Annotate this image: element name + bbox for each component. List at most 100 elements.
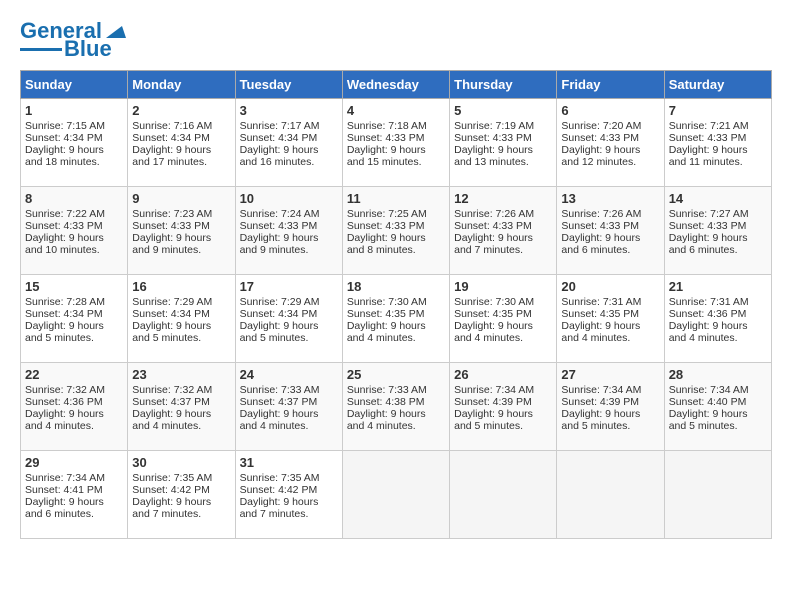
sunrise: Sunrise: 7:34 AM <box>454 384 534 396</box>
calendar-cell: 24Sunrise: 7:33 AMSunset: 4:37 PMDayligh… <box>235 363 342 451</box>
sunrise: Sunrise: 7:29 AM <box>240 296 320 308</box>
day-number: 9 <box>132 191 230 206</box>
sunset: Sunset: 4:34 PM <box>240 132 318 144</box>
weekday-header: Thursday <box>450 71 557 99</box>
calendar-cell: 30Sunrise: 7:35 AMSunset: 4:42 PMDayligh… <box>128 451 235 539</box>
day-number: 10 <box>240 191 338 206</box>
daylight: Daylight: 9 hours and 4 minutes. <box>454 320 533 344</box>
calendar-cell: 20Sunrise: 7:31 AMSunset: 4:35 PMDayligh… <box>557 275 664 363</box>
sunrise: Sunrise: 7:19 AM <box>454 120 534 132</box>
sunrise: Sunrise: 7:33 AM <box>240 384 320 396</box>
calendar-cell: 19Sunrise: 7:30 AMSunset: 4:35 PMDayligh… <box>450 275 557 363</box>
sunset: Sunset: 4:33 PM <box>669 220 747 232</box>
sunset: Sunset: 4:33 PM <box>347 220 425 232</box>
weekday-header: Friday <box>557 71 664 99</box>
calendar-cell: 17Sunrise: 7:29 AMSunset: 4:34 PMDayligh… <box>235 275 342 363</box>
sunrise: Sunrise: 7:26 AM <box>561 208 641 220</box>
calendar-cell: 26Sunrise: 7:34 AMSunset: 4:39 PMDayligh… <box>450 363 557 451</box>
calendar-week-row: 22Sunrise: 7:32 AMSunset: 4:36 PMDayligh… <box>21 363 772 451</box>
weekday-header: Sunday <box>21 71 128 99</box>
calendar-cell: 29Sunrise: 7:34 AMSunset: 4:41 PMDayligh… <box>21 451 128 539</box>
calendar-body: 1Sunrise: 7:15 AMSunset: 4:34 PMDaylight… <box>21 99 772 539</box>
day-number: 4 <box>347 103 445 118</box>
day-number: 18 <box>347 279 445 294</box>
daylight: Daylight: 9 hours and 16 minutes. <box>240 144 319 168</box>
sunset: Sunset: 4:33 PM <box>561 132 639 144</box>
daylight: Daylight: 9 hours and 6 minutes. <box>561 232 640 256</box>
sunset: Sunset: 4:42 PM <box>132 484 210 496</box>
day-number: 30 <box>132 455 230 470</box>
calendar-cell: 18Sunrise: 7:30 AMSunset: 4:35 PMDayligh… <box>342 275 449 363</box>
day-number: 8 <box>25 191 123 206</box>
daylight: Daylight: 9 hours and 4 minutes. <box>132 408 211 432</box>
daylight: Daylight: 9 hours and 7 minutes. <box>132 496 211 520</box>
day-number: 31 <box>240 455 338 470</box>
daylight: Daylight: 9 hours and 13 minutes. <box>454 144 533 168</box>
sunrise: Sunrise: 7:27 AM <box>669 208 749 220</box>
sunset: Sunset: 4:39 PM <box>454 396 532 408</box>
sunset: Sunset: 4:33 PM <box>132 220 210 232</box>
daylight: Daylight: 9 hours and 5 minutes. <box>132 320 211 344</box>
calendar-cell: 12Sunrise: 7:26 AMSunset: 4:33 PMDayligh… <box>450 187 557 275</box>
daylight: Daylight: 9 hours and 9 minutes. <box>132 232 211 256</box>
calendar-cell: 22Sunrise: 7:32 AMSunset: 4:36 PMDayligh… <box>21 363 128 451</box>
sunset: Sunset: 4:42 PM <box>240 484 318 496</box>
weekday-header: Tuesday <box>235 71 342 99</box>
sunset: Sunset: 4:39 PM <box>561 396 639 408</box>
sunrise: Sunrise: 7:31 AM <box>669 296 749 308</box>
sunrise: Sunrise: 7:20 AM <box>561 120 641 132</box>
day-number: 22 <box>25 367 123 382</box>
calendar-header-row: SundayMondayTuesdayWednesdayThursdayFrid… <box>21 71 772 99</box>
sunrise: Sunrise: 7:21 AM <box>669 120 749 132</box>
daylight: Daylight: 9 hours and 8 minutes. <box>347 232 426 256</box>
sunrise: Sunrise: 7:34 AM <box>561 384 641 396</box>
sunset: Sunset: 4:33 PM <box>454 220 532 232</box>
sunrise: Sunrise: 7:24 AM <box>240 208 320 220</box>
daylight: Daylight: 9 hours and 10 minutes. <box>25 232 104 256</box>
logo: General Blue <box>20 20 126 60</box>
sunrise: Sunrise: 7:29 AM <box>132 296 212 308</box>
day-number: 19 <box>454 279 552 294</box>
logo-blue-text: Blue <box>64 38 112 60</box>
sunrise: Sunrise: 7:18 AM <box>347 120 427 132</box>
sunset: Sunset: 4:37 PM <box>132 396 210 408</box>
daylight: Daylight: 9 hours and 5 minutes. <box>561 408 640 432</box>
sunset: Sunset: 4:34 PM <box>240 308 318 320</box>
calendar-cell: 25Sunrise: 7:33 AMSunset: 4:38 PMDayligh… <box>342 363 449 451</box>
calendar-cell: 28Sunrise: 7:34 AMSunset: 4:40 PMDayligh… <box>664 363 771 451</box>
daylight: Daylight: 9 hours and 15 minutes. <box>347 144 426 168</box>
daylight: Daylight: 9 hours and 18 minutes. <box>25 144 104 168</box>
calendar-cell: 21Sunrise: 7:31 AMSunset: 4:36 PMDayligh… <box>664 275 771 363</box>
day-number: 16 <box>132 279 230 294</box>
sunrise: Sunrise: 7:15 AM <box>25 120 105 132</box>
daylight: Daylight: 9 hours and 5 minutes. <box>240 320 319 344</box>
daylight: Daylight: 9 hours and 7 minutes. <box>454 232 533 256</box>
daylight: Daylight: 9 hours and 4 minutes. <box>561 320 640 344</box>
page-header: General Blue <box>20 20 772 60</box>
daylight: Daylight: 9 hours and 11 minutes. <box>669 144 748 168</box>
day-number: 15 <box>25 279 123 294</box>
calendar-week-row: 29Sunrise: 7:34 AMSunset: 4:41 PMDayligh… <box>21 451 772 539</box>
daylight: Daylight: 9 hours and 4 minutes. <box>347 408 426 432</box>
calendar-week-row: 15Sunrise: 7:28 AMSunset: 4:34 PMDayligh… <box>21 275 772 363</box>
day-number: 13 <box>561 191 659 206</box>
sunset: Sunset: 4:34 PM <box>25 308 103 320</box>
sunrise: Sunrise: 7:26 AM <box>454 208 534 220</box>
sunrise: Sunrise: 7:16 AM <box>132 120 212 132</box>
day-number: 24 <box>240 367 338 382</box>
sunset: Sunset: 4:33 PM <box>347 132 425 144</box>
daylight: Daylight: 9 hours and 9 minutes. <box>240 232 319 256</box>
day-number: 29 <box>25 455 123 470</box>
sunset: Sunset: 4:33 PM <box>240 220 318 232</box>
sunset: Sunset: 4:36 PM <box>669 308 747 320</box>
weekday-header: Wednesday <box>342 71 449 99</box>
calendar-cell: 13Sunrise: 7:26 AMSunset: 4:33 PMDayligh… <box>557 187 664 275</box>
sunrise: Sunrise: 7:30 AM <box>454 296 534 308</box>
sunrise: Sunrise: 7:23 AM <box>132 208 212 220</box>
day-number: 20 <box>561 279 659 294</box>
daylight: Daylight: 9 hours and 4 minutes. <box>347 320 426 344</box>
sunset: Sunset: 4:34 PM <box>132 308 210 320</box>
calendar-cell: 23Sunrise: 7:32 AMSunset: 4:37 PMDayligh… <box>128 363 235 451</box>
sunset: Sunset: 4:36 PM <box>25 396 103 408</box>
calendar-cell: 4 Sunrise: 7:18 AMSunset: 4:33 PMDaylight… <box>342 99 449 187</box>
